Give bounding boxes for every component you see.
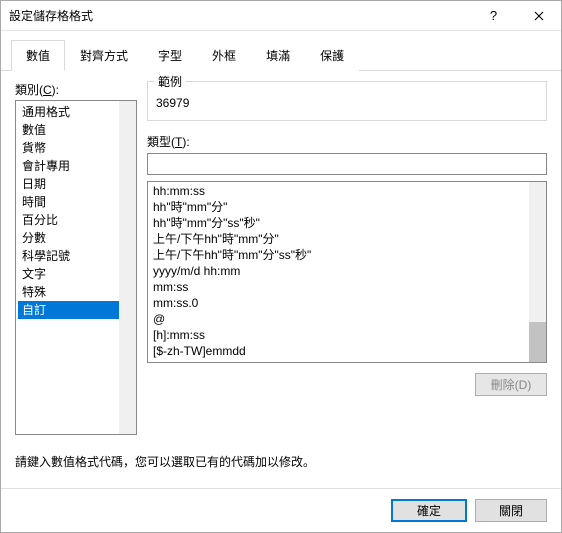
close-icon[interactable]: [516, 1, 561, 31]
list-item[interactable]: 通用格式: [18, 103, 134, 121]
delete-button[interactable]: 刪除(D): [475, 373, 547, 396]
format-listbox[interactable]: hh:mm:ss hh"時"mm"分" hh"時"mm"分"ss"秒" 上午/下…: [147, 181, 547, 363]
sample-group: 範例 36979: [147, 81, 547, 121]
window-title: 設定儲存格格式: [9, 7, 471, 24]
scrollbar-thumb[interactable]: [529, 322, 546, 362]
list-item[interactable]: mm:ss: [148, 279, 546, 295]
list-item[interactable]: hh:mm:ss: [148, 183, 546, 199]
list-item[interactable]: 上午/下午hh"時"mm"分": [148, 231, 546, 247]
tab-number[interactable]: 數值: [11, 40, 65, 71]
list-item[interactable]: [h]:mm:ss: [148, 327, 546, 343]
category-listbox[interactable]: 通用格式 數值 貨幣 會計專用 日期 時間 百分比 分數 科學記號 文字 特殊 …: [15, 100, 137, 435]
tab-font[interactable]: 字型: [143, 40, 197, 71]
tab-fill[interactable]: 填滿: [251, 40, 305, 71]
type-input[interactable]: [147, 153, 547, 175]
list-item[interactable]: 文字: [18, 265, 134, 283]
list-item[interactable]: 數值: [18, 121, 134, 139]
list-item[interactable]: 科學記號: [18, 247, 134, 265]
scrollbar[interactable]: [119, 101, 136, 434]
list-item[interactable]: 上午/下午hh"時"mm"分"ss"秒": [148, 247, 546, 263]
title-bar: 設定儲存格格式 ?: [1, 1, 561, 31]
list-item[interactable]: 時間: [18, 193, 134, 211]
list-item[interactable]: 特殊: [18, 283, 134, 301]
tab-protection[interactable]: 保護: [305, 40, 359, 71]
list-item[interactable]: yyyy/m/d hh:mm: [148, 263, 546, 279]
help-button[interactable]: ?: [471, 1, 516, 31]
list-item[interactable]: 分數: [18, 229, 134, 247]
list-item[interactable]: 自訂: [18, 301, 134, 319]
tab-border[interactable]: 外框: [197, 40, 251, 71]
list-item[interactable]: [$-zh-TW]emmdd: [148, 343, 546, 359]
category-label: 類別(C):: [15, 81, 137, 98]
close-button[interactable]: 關閉: [475, 499, 547, 522]
type-label: 類型(T):: [147, 133, 547, 150]
tab-alignment[interactable]: 對齊方式: [65, 40, 143, 71]
dialog-footer: 確定 關閉: [1, 488, 561, 532]
list-item[interactable]: 貨幣: [18, 139, 134, 157]
sample-value: 36979: [156, 90, 538, 110]
tab-strip: 數值 對齊方式 字型 外框 填滿 保護: [1, 31, 561, 71]
list-item[interactable]: @: [148, 311, 546, 327]
ok-button[interactable]: 確定: [391, 499, 467, 522]
list-item[interactable]: 日期: [18, 175, 134, 193]
list-item[interactable]: hh"時"mm"分": [148, 199, 546, 215]
dialog-window: 設定儲存格格式 ? 數值 對齊方式 字型 外框 填滿 保護 類別(C): 通用格…: [0, 0, 562, 533]
tab-content: 類別(C): 通用格式 數值 貨幣 會計專用 日期 時間 百分比 分數 科學記號…: [1, 71, 561, 488]
sample-label: 範例: [154, 73, 186, 90]
hint-text: 請鍵入數值格式代碼，您可以選取已有的代碼加以修改。: [15, 453, 547, 470]
list-item[interactable]: mm:ss.0: [148, 295, 546, 311]
list-item[interactable]: 會計專用: [18, 157, 134, 175]
list-item[interactable]: hh"時"mm"分"ss"秒": [148, 215, 546, 231]
list-item[interactable]: 百分比: [18, 211, 134, 229]
